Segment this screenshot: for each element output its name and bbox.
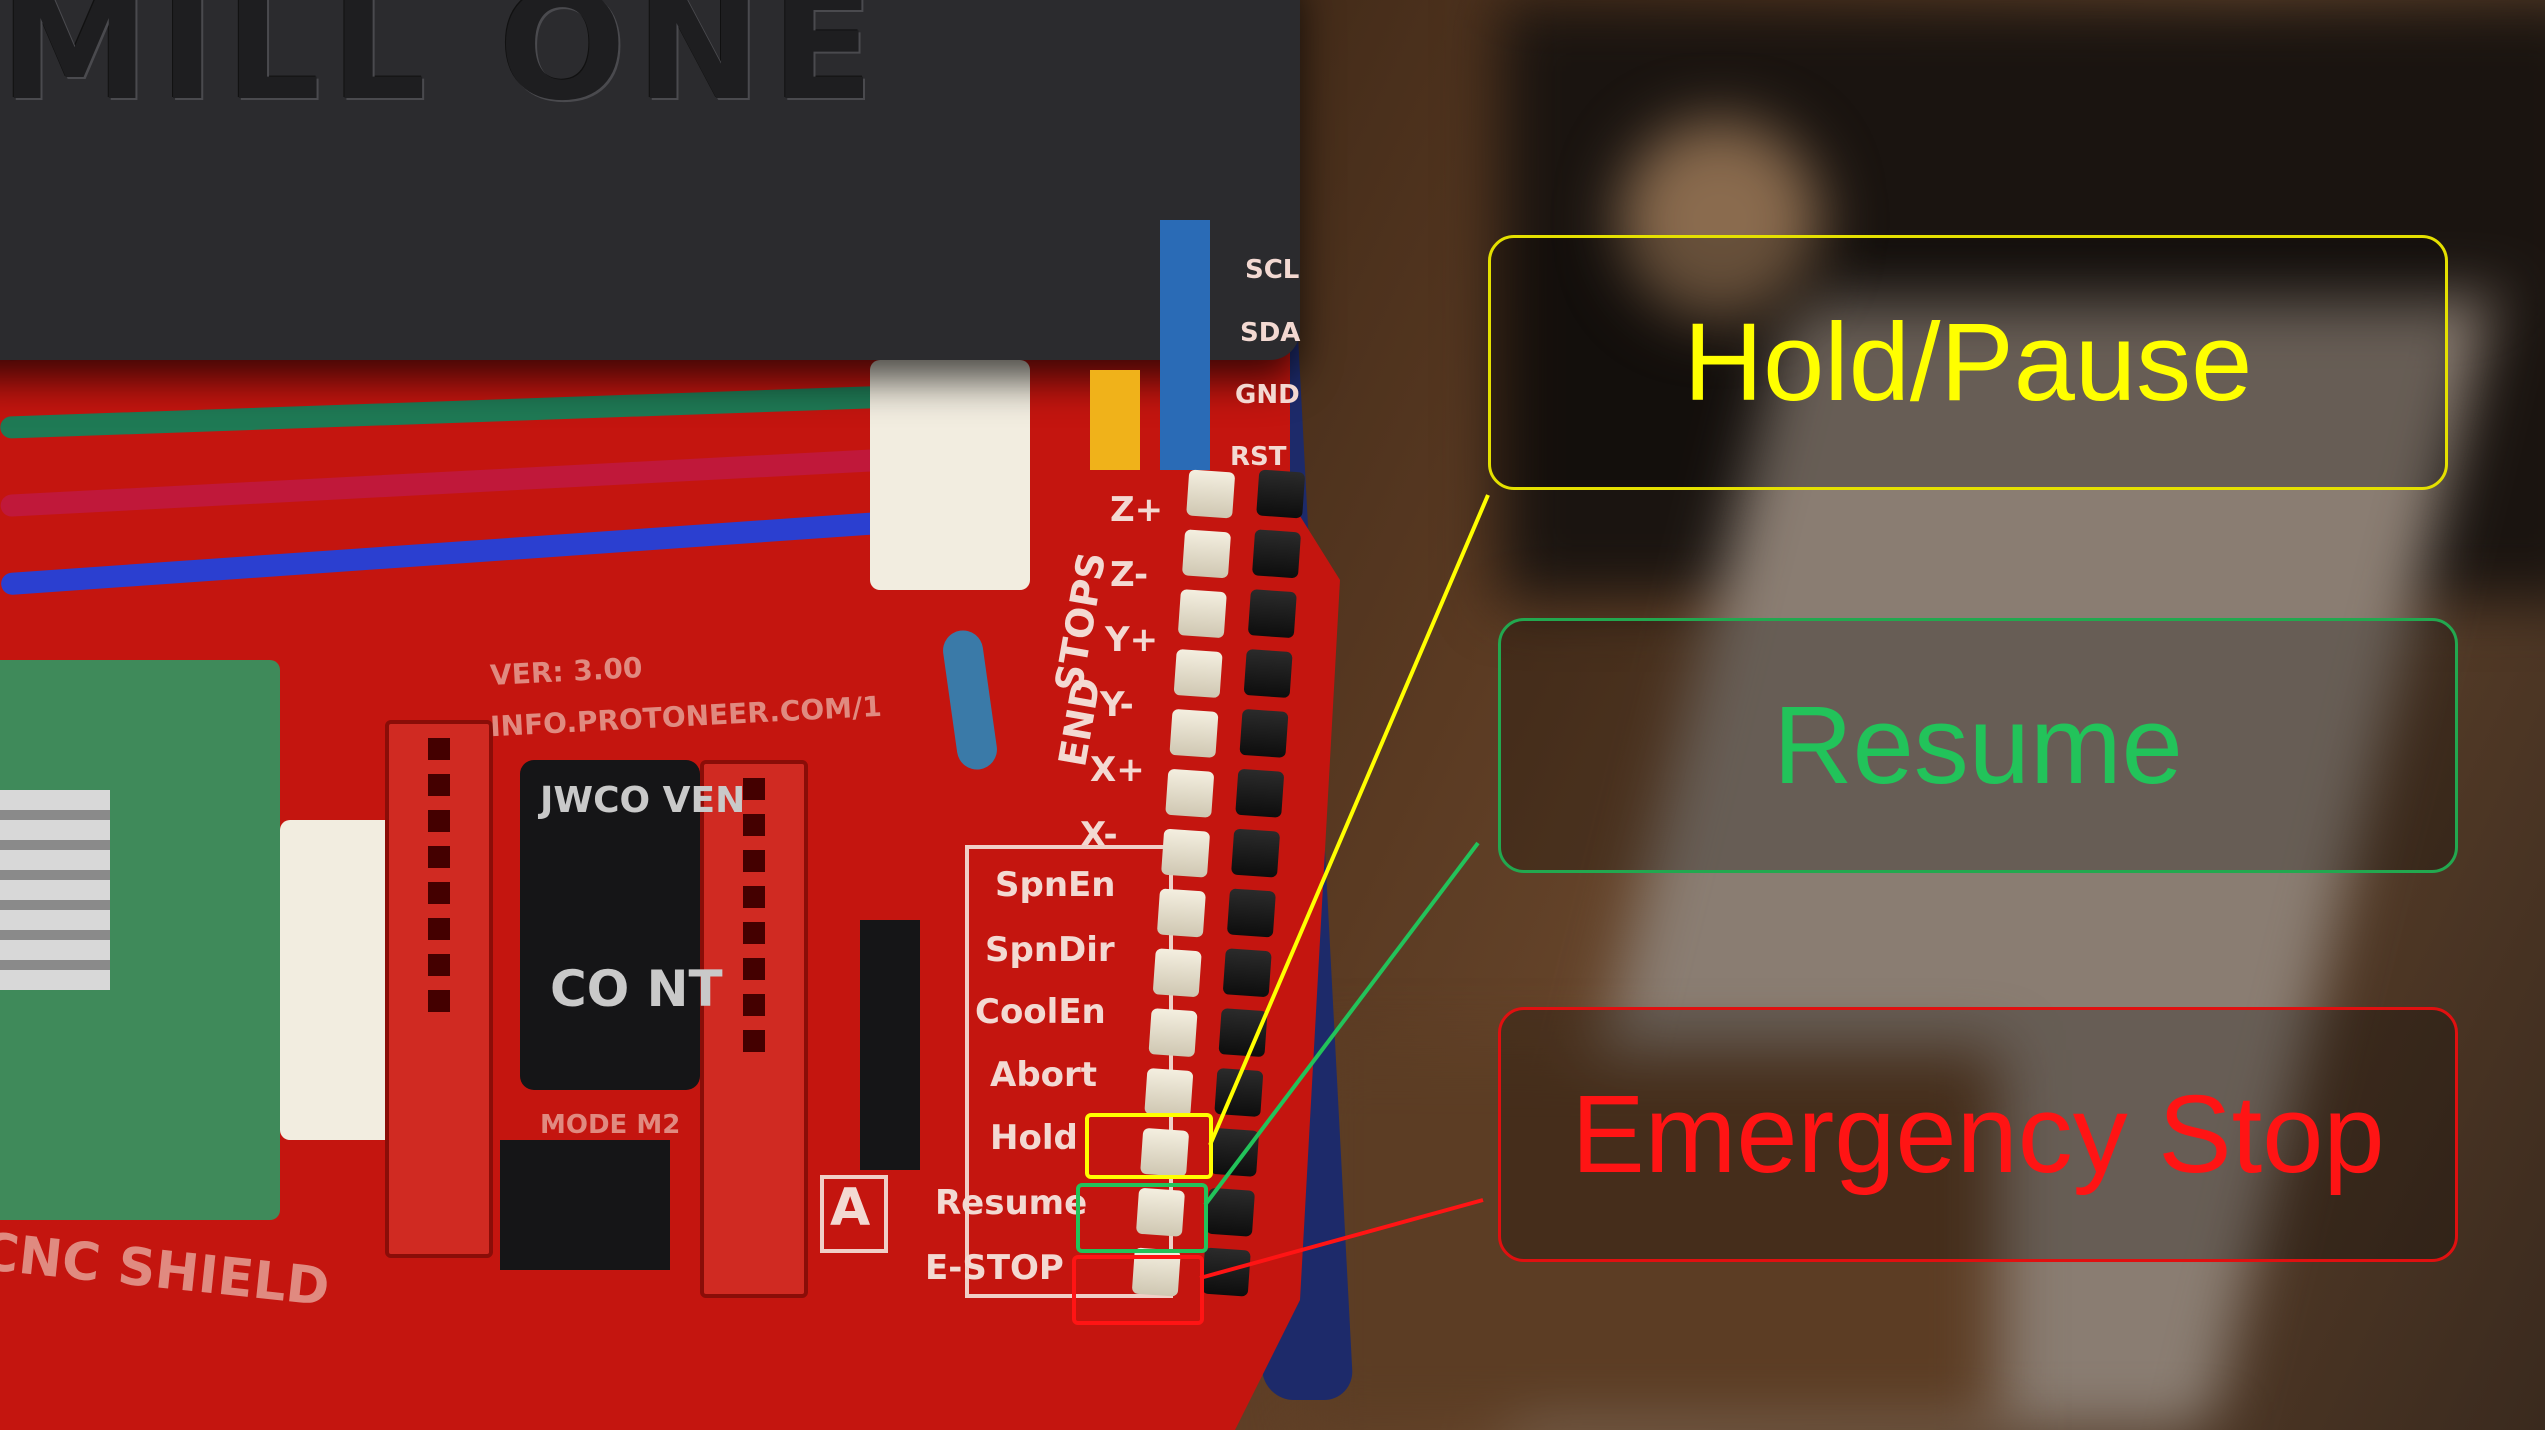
resume-connector-line bbox=[1203, 841, 1480, 1207]
estop-connector-line bbox=[1199, 1198, 1484, 1280]
resume-callout: Resume bbox=[1498, 618, 2458, 873]
resume-label: Resume bbox=[1773, 684, 2183, 807]
hold-pause-callout: Hold/Pause bbox=[1488, 235, 2448, 490]
hold-connector-line bbox=[1208, 494, 1490, 1146]
emergency-stop-label: Emergency Stop bbox=[1571, 1073, 2385, 1196]
emergency-stop-callout: Emergency Stop bbox=[1498, 1007, 2458, 1262]
hold-pause-label: Hold/Pause bbox=[1683, 301, 2253, 424]
photo-scene: MILL ONE JWCO VEN CO NT SCL SDA GND RST … bbox=[0, 0, 2545, 1430]
